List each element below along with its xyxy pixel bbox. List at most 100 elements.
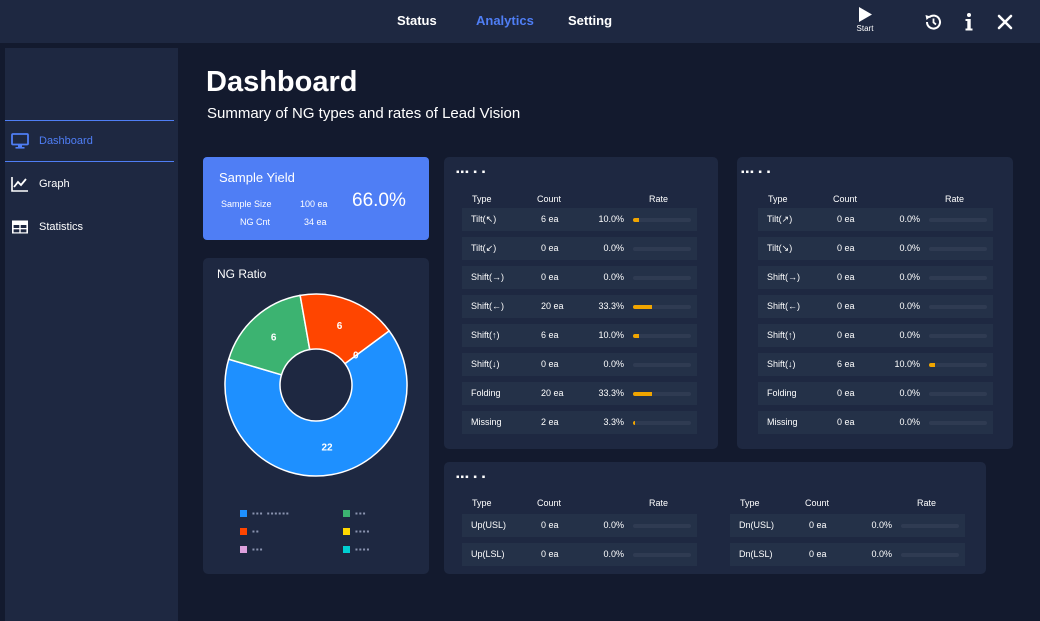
row-type: Missing [471, 417, 502, 427]
row-count: 6 ea [541, 214, 559, 224]
column-header-count: Count [537, 194, 562, 204]
row-type: Tilt(↖) [471, 214, 497, 224]
table-row: Folding 20 ea 33.3% [462, 382, 697, 405]
table-row: Folding 0 ea 0.0% [758, 382, 993, 405]
row-count: 0 ea [541, 549, 559, 559]
sample-yield-card: Sample Yield Sample Size 100 ea NG Cnt 3… [203, 157, 429, 240]
row-rate: 0.0% [603, 549, 624, 559]
start-label: Start [856, 24, 874, 33]
row-type: Shift(→) [767, 272, 801, 282]
column-header-type: Type [472, 194, 492, 204]
info-icon[interactable] [958, 11, 980, 33]
sidebar-item-graph[interactable]: Graph [5, 164, 174, 206]
row-rate: 33.3% [598, 388, 624, 398]
line-chart-icon [11, 177, 28, 192]
legend-swatch [240, 510, 247, 517]
rate-bar [633, 334, 691, 338]
row-type: Dn(LSL) [739, 549, 773, 559]
column-header-type: Type [740, 498, 760, 508]
ng-table-card-1: ▪▪▪ ▪ ▪ Type Count Rate Tilt(↖) 6 ea 10.0% Til… [444, 157, 718, 449]
rate-bar [633, 247, 691, 251]
history-icon[interactable] [922, 11, 944, 33]
legend-swatch [240, 528, 247, 535]
row-rate: 10.0% [894, 359, 920, 369]
legend-label: ▪▪▪ [252, 545, 264, 554]
table-row: Tilt(↗) 0 ea 0.0% [758, 208, 993, 231]
table-card-title: ▪▪▪ ▪ ▪ [456, 472, 487, 483]
table-row: Shift(←) 0 ea 0.0% [758, 295, 993, 318]
rate-bar [929, 392, 987, 396]
legend-swatch [343, 510, 350, 517]
row-type: Up(USL) [471, 520, 507, 530]
table-row: Missing 0 ea 0.0% [758, 411, 993, 434]
rate-bar [633, 363, 691, 367]
table-card-title: ▪▪▪ ▪ ▪ [456, 167, 487, 178]
rate-bar [633, 392, 691, 396]
rate-bar [929, 276, 987, 280]
row-type: Dn(USL) [739, 520, 775, 530]
play-icon [859, 7, 872, 22]
legend-item: ▪▪ [240, 527, 330, 537]
rate-bar [901, 524, 959, 528]
start-button[interactable]: Start [852, 6, 878, 38]
sidebar-item-label: Graph [39, 178, 70, 190]
ng-table-card-2: ▪▪▪ ▪ ▪ Type Count Rate Tilt(↗) 0 ea 0.0% Tilt… [737, 157, 1013, 449]
row-rate: 0.0% [899, 417, 920, 427]
row-type: Up(LSL) [471, 549, 505, 559]
row-type: Shift(↓) [471, 359, 500, 369]
rate-bar [633, 524, 691, 528]
pie-slice-label: 6 [271, 333, 277, 344]
sidebar: Dashboard Graph Statistics [5, 48, 178, 621]
row-type: Shift(↓) [767, 359, 796, 369]
row-type: Shift(→) [471, 272, 505, 282]
nav-status[interactable]: Status [397, 13, 437, 28]
legend-label: ▪▪ [252, 527, 260, 536]
table-row: Dn(USL) 0 ea 0.0% [730, 514, 965, 537]
legend-label: ▪▪▪▪ [355, 527, 371, 536]
column-header-count: Count [805, 498, 830, 508]
table-row: Tilt(↙) 0 ea 0.0% [462, 237, 697, 260]
row-count: 0 ea [541, 520, 559, 530]
page-title: Dashboard [206, 66, 358, 98]
ng-ratio-donut-chart: 22 6 6 0 [224, 293, 408, 477]
ng-table-card-3: ▪▪▪ ▪ ▪ Type Count Rate Up(USL) 0 ea 0.0% Up(L… [444, 462, 986, 574]
row-count: 0 ea [837, 243, 855, 253]
row-count: 2 ea [541, 417, 559, 427]
legend-label: ▪▪▪ [355, 509, 367, 518]
column-header-count: Count [537, 498, 562, 508]
rate-bar-fill [633, 305, 653, 309]
row-count: 6 ea [541, 330, 559, 340]
table-row: Shift(←) 20 ea 33.3% [462, 295, 697, 318]
row-count: 0 ea [541, 272, 559, 282]
ng-ratio-card: NG Ratio 22 6 6 0 ▪▪▪ ▪▪▪▪▪▪ ▪▪▪ ▪▪ ▪▪▪▪ ▪▪▪ ▪▪▪… [203, 258, 429, 574]
sidebar-item-statistics[interactable]: Statistics [5, 207, 174, 249]
column-header-rate: Rate [649, 194, 669, 204]
row-type: Shift(↑) [471, 330, 500, 340]
rate-bar [929, 334, 987, 338]
row-rate: 0.0% [603, 272, 624, 282]
row-count: 20 ea [541, 301, 564, 311]
rate-bar [929, 305, 987, 309]
row-count: 6 ea [837, 359, 855, 369]
legend-item: ▪▪▪ ▪▪▪▪▪▪ [240, 509, 330, 519]
nav-setting[interactable]: Setting [568, 13, 612, 28]
sample-size-value: 100 ea [300, 199, 328, 209]
row-rate: 0.0% [899, 243, 920, 253]
table-row: Shift(↓) 6 ea 10.0% [758, 353, 993, 376]
pie-slice-label: 22 [321, 443, 333, 454]
rate-bar [633, 276, 691, 280]
row-count: 0 ea [837, 301, 855, 311]
table-row: Up(USL) 0 ea 0.0% [462, 514, 697, 537]
close-icon[interactable] [994, 11, 1016, 33]
nav-analytics[interactable]: Analytics [476, 13, 534, 28]
sample-yield-title: Sample Yield [219, 170, 295, 185]
sidebar-item-label: Statistics [39, 221, 84, 233]
rate-bar [929, 247, 987, 251]
rate-bar [633, 305, 691, 309]
pie-slice-label: 6 [337, 321, 343, 332]
rate-bar [929, 421, 987, 425]
legend-label: ▪▪▪ ▪▪▪▪▪▪ [252, 509, 290, 518]
row-rate: 0.0% [603, 359, 624, 369]
legend-item: ▪▪▪ [343, 509, 433, 519]
sidebar-item-dashboard[interactable]: Dashboard [5, 120, 174, 162]
